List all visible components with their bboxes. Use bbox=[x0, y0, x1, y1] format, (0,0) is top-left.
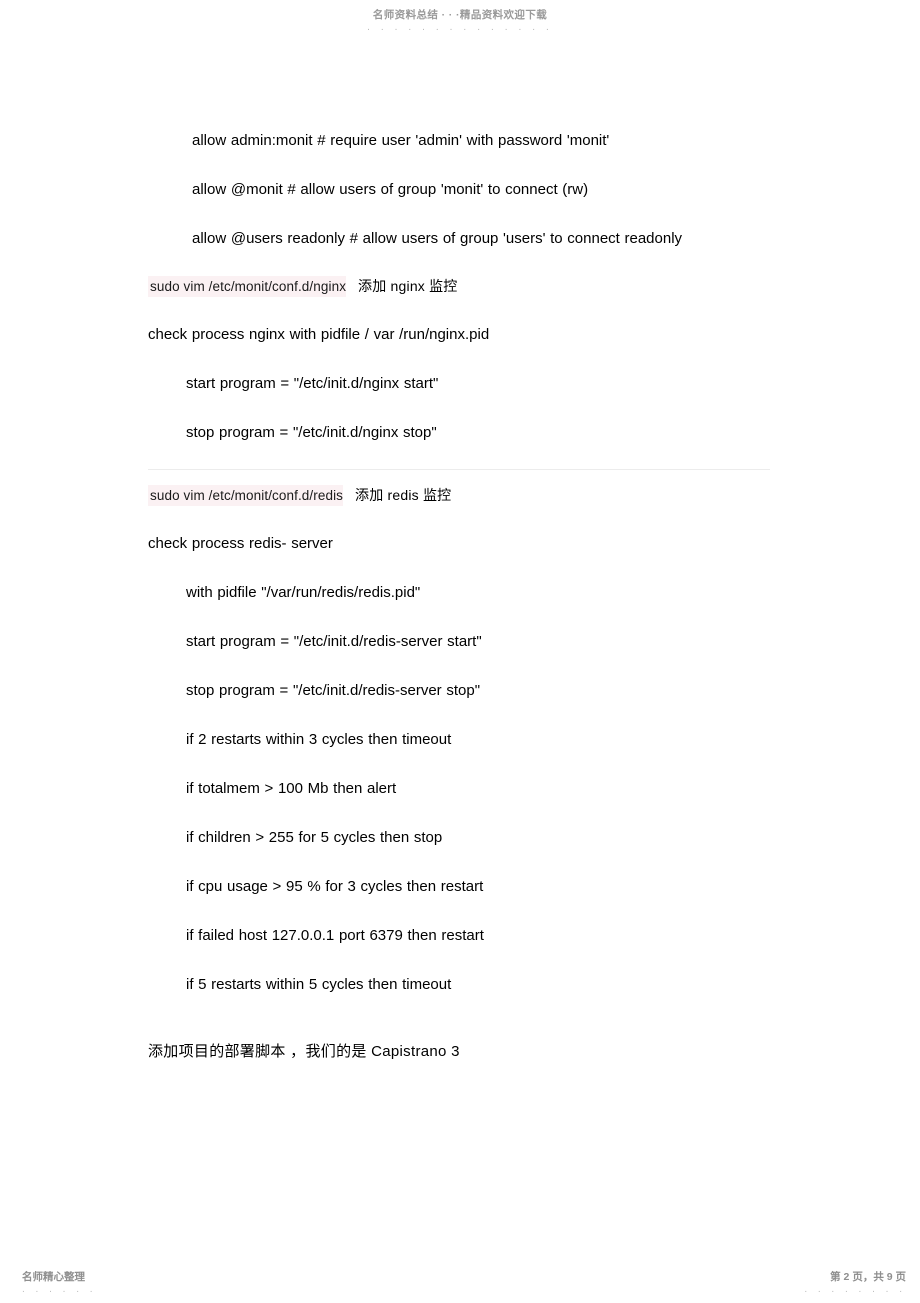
footer-watermark-label: 名师精心整理 bbox=[22, 1271, 85, 1283]
config-line-redis-restarts-5: if 5 restarts within 5 cycles then timeo… bbox=[186, 976, 452, 993]
config-line-allow-admin-monit: allow admin:monit # require user 'admin'… bbox=[192, 132, 610, 149]
config-line-allow-group-monit: allow @monit # allow users of group 'mon… bbox=[192, 181, 589, 198]
config-line-nginx-check: check process nginx with pidfile / var /… bbox=[148, 326, 490, 343]
page-number-label: 第 2 页，共 9 页 bbox=[830, 1271, 906, 1283]
command-text-redis: sudo vim /etc/monit/conf.d/redis bbox=[148, 485, 344, 506]
config-line-redis-start: start program = "/etc/init.d/redis-serve… bbox=[186, 633, 482, 650]
config-line-redis-children: if children > 255 for 5 cycles then stop bbox=[186, 829, 443, 846]
config-line-redis-totalmem: if totalmem > 100 Mb then alert bbox=[186, 780, 397, 797]
page-footer-right: 第 2 页，共 9 页 . . . . . . . . bbox=[804, 1271, 906, 1295]
footer-right-dotted-rule: . . . . . . . . bbox=[804, 1284, 906, 1295]
command-row-redis: sudo vim /etc/monit/conf.d/redis 添加 redis… bbox=[148, 484, 770, 507]
footer-left-dotted-rule: . . . . . . bbox=[22, 1284, 97, 1295]
config-line-nginx-stop: stop program = "/etc/init.d/nginx stop" bbox=[186, 424, 437, 441]
config-line-redis-check: check process redis- server bbox=[148, 535, 333, 552]
config-line-nginx-start: start program = "/etc/init.d/nginx start… bbox=[186, 375, 439, 392]
config-line-redis-stop: stop program = "/etc/init.d/redis-server… bbox=[186, 682, 481, 699]
command-row-nginx: sudo vim /etc/monit/conf.d/nginx 添加 nginx… bbox=[148, 275, 770, 298]
config-line-redis-restarts-3: if 2 restarts within 3 cycles then timeo… bbox=[186, 731, 452, 748]
page-header-watermark: 名师资料总结 · · ·精品资料欢迎下载 . . . . . . . . . .… bbox=[0, 8, 920, 33]
config-line-allow-group-users: allow @users readonly # allow users of g… bbox=[192, 230, 683, 247]
command-note-redis: 添加 redis 监控 bbox=[355, 487, 452, 503]
config-line-redis-cpu: if cpu usage > 95 % for 3 cycles then re… bbox=[186, 878, 484, 895]
document-page: 名师资料总结 · · ·精品资料欢迎下载 . . . . . . . . . .… bbox=[0, 0, 920, 1303]
section-divider bbox=[148, 469, 770, 470]
config-line-redis-pidfile: with pidfile "/var/run/redis/redis.pid" bbox=[186, 584, 421, 601]
watermark-title: 名师资料总结 · · ·精品资料欢迎下载 bbox=[372, 9, 548, 21]
document-content: allow admin:monit # require user 'admin'… bbox=[148, 128, 770, 1064]
config-line-redis-host: if failed host 127.0.0.1 port 6379 then … bbox=[186, 927, 484, 944]
command-text-nginx: sudo vim /etc/monit/conf.d/nginx bbox=[148, 276, 347, 297]
watermark-dotted-rule: . . . . . . . . . . . . . . bbox=[367, 22, 553, 33]
command-note-nginx: 添加 nginx 监控 bbox=[358, 278, 458, 294]
closing-paragraph: 添加项目的部署脚本 ，我们的是 Capistrano 3 bbox=[148, 1043, 460, 1060]
page-footer-left: 名师精心整理 . . . . . . bbox=[22, 1271, 97, 1295]
